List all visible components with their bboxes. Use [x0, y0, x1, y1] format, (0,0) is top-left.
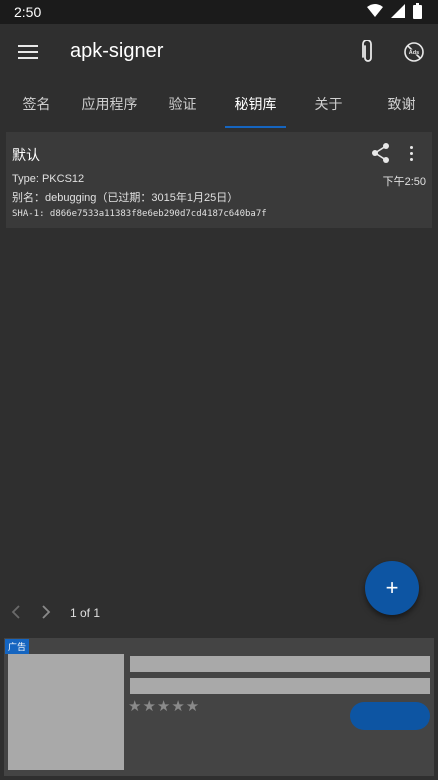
app-title: apk-signer [70, 40, 164, 62]
tab-verify[interactable]: 验证 [146, 80, 219, 128]
keystore-type: Type: PKCS12 [12, 173, 85, 185]
ad-cta-button[interactable] [350, 702, 430, 730]
svg-text:Ads: Ads [409, 50, 419, 56]
battery-icon [413, 3, 422, 19]
ad-rating-stars: ★★★★★ [128, 698, 201, 715]
menu-icon[interactable] [14, 38, 42, 66]
app-bar: apk-signer Ads [0, 24, 438, 80]
attachment-icon[interactable] [354, 38, 382, 66]
status-bar: 2:50 [0, 0, 438, 24]
keystore-time: 下午2:50 [382, 176, 426, 188]
tab-sign[interactable]: 签名 [0, 80, 73, 128]
ad-badge: 广告 [5, 639, 30, 654]
status-time: 2:50 [14, 4, 42, 20]
tab-thanks[interactable]: 致谢 [365, 80, 438, 128]
keystore-alias: 别名：debugging（已过期：3015年1月25日） [12, 192, 239, 204]
pager: 1 of 1 [0, 600, 200, 626]
wifi-icon [367, 4, 383, 17]
tab-apps[interactable]: 应用程序 [73, 80, 146, 128]
chevron-left-icon[interactable] [10, 604, 26, 622]
remove-ads-icon[interactable]: Ads [400, 38, 428, 66]
tab-bar: 签名 应用程序 验证 秘钥库 关于 致谢 [0, 80, 438, 128]
page-indicator: 1 of 1 [70, 606, 101, 620]
tab-about[interactable]: 关于 [292, 80, 365, 128]
keystore-sha1: SHA-1: d866e7533a11383f8e6eb290d7cd4187c… [12, 209, 267, 219]
tab-keystore[interactable]: 秘钥库 [219, 80, 292, 128]
share-icon[interactable] [370, 142, 392, 164]
status-icons [367, 3, 422, 19]
ad-body-placeholder [130, 678, 430, 694]
chevron-right-icon[interactable] [40, 604, 56, 622]
add-keystore-button[interactable]: + [365, 561, 419, 615]
keystore-card[interactable]: 默认 Type: PKCS12 下午2:50 别名：debugging（已过期：… [6, 132, 432, 228]
signal-icon [391, 4, 405, 18]
ad-image[interactable] [8, 654, 124, 770]
keystore-title: 默认 [12, 147, 40, 163]
more-options-icon[interactable] [402, 142, 420, 164]
ad-banner[interactable]: 广告 ★★★★★ [4, 638, 434, 776]
ad-headline-placeholder [130, 656, 430, 672]
